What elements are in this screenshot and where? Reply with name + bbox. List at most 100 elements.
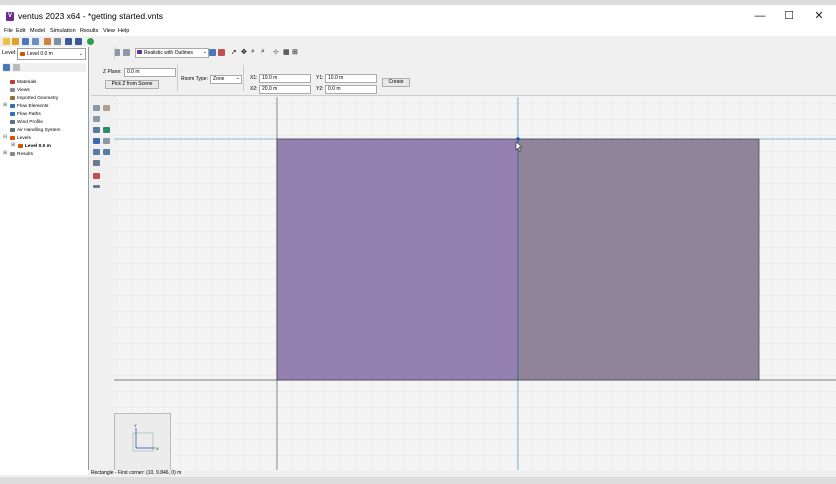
- view-toolbar: Realistic with Outlines ⌄ ➚ ✥ ⌕ ⌕ ⊹ ▦ ⊞: [91, 47, 836, 58]
- tree-item-label: Imported Geometry: [17, 96, 59, 101]
- y1-input[interactable]: 10.0 m: [325, 74, 377, 83]
- create-button[interactable]: Create: [382, 78, 410, 87]
- close-button[interactable]: ✕: [804, 8, 834, 24]
- geometry-icon: [10, 95, 15, 100]
- tree-item-views[interactable]: Views: [10, 87, 30, 94]
- menu-file[interactable]: File: [4, 27, 13, 36]
- tree-item-flow-paths[interactable]: Flow Paths: [10, 111, 41, 118]
- tree-item-materials[interactable]: Materials: [10, 79, 36, 86]
- level-icon: [18, 143, 23, 148]
- y1-label: Y1:: [316, 75, 324, 81]
- select-mode-icon[interactable]: [209, 49, 216, 56]
- play-icon[interactable]: [87, 38, 94, 45]
- x2-input[interactable]: 20.0 m: [259, 85, 311, 94]
- render-mode-icon: [137, 50, 142, 55]
- simulation-step-icon[interactable]: [75, 38, 82, 45]
- measure-tool-icon[interactable]: [93, 185, 100, 188]
- redo-icon[interactable]: [54, 38, 61, 45]
- menu-help[interactable]: Help: [118, 27, 129, 36]
- menu-results[interactable]: Results: [80, 27, 98, 36]
- grid-icon[interactable]: ▦: [283, 48, 290, 56]
- room-left[interactable]: [276, 138, 519, 381]
- fit-view-icon[interactable]: ⊞: [292, 48, 298, 56]
- tree-item-label: Flow Paths: [17, 112, 41, 117]
- first-corner-marker: [516, 137, 520, 141]
- tree-toolbar: [2, 63, 86, 72]
- snap-icon[interactable]: ⊹: [273, 48, 279, 56]
- status-text: Rectangle - First corner: (10, 9.846, 0)…: [91, 470, 182, 476]
- tree-item-results[interactable]: Results: [10, 151, 33, 158]
- minimize-button[interactable]: —: [745, 8, 775, 24]
- room-type-value: Zone: [213, 76, 225, 82]
- delete-tool-icon[interactable]: [93, 173, 100, 179]
- flow-elements-icon: [10, 103, 15, 108]
- flow-path-tool-icon[interactable]: [93, 149, 100, 155]
- tree-options-icon[interactable]: [13, 64, 20, 71]
- zoom-window-icon[interactable]: ⌕: [261, 48, 265, 56]
- draw-mode-icon[interactable]: [218, 49, 225, 56]
- undo-icon[interactable]: [44, 38, 51, 45]
- pan-icon[interactable]: ✥: [241, 48, 247, 56]
- room-type-select[interactable]: Zone ⌄: [210, 75, 242, 84]
- level-label: Level:: [2, 50, 17, 56]
- views-icon: [10, 87, 15, 92]
- chevron-down-icon: ⌄: [78, 51, 83, 57]
- tree-item-label: Wind Profile: [17, 120, 43, 125]
- title-bar: V ventus 2023 x64 - *getting started.vnt…: [0, 5, 836, 27]
- maximize-button[interactable]: ☐: [774, 8, 804, 24]
- expand-icon[interactable]: ⊞: [11, 142, 15, 148]
- duct-tool-icon[interactable]: [93, 160, 100, 166]
- z-plane-label: Z Plane:: [103, 69, 122, 75]
- model-viewport[interactable]: Y X: [114, 97, 836, 471]
- tree-item-label: Views: [17, 88, 30, 93]
- open-folder-icon[interactable]: [12, 38, 19, 45]
- z-plane-input[interactable]: 0.0 m: [124, 68, 176, 77]
- move-tool-icon[interactable]: [93, 105, 100, 111]
- run-simulation-icon[interactable]: [65, 38, 72, 45]
- tree-item-air-handling-system[interactable]: Air Handling System: [10, 127, 60, 134]
- opening-tool-icon[interactable]: [103, 138, 110, 144]
- rotate-tool-icon[interactable]: [103, 105, 110, 111]
- tree-item-label: Air Handling System: [17, 128, 61, 133]
- app-logo-icon: V: [6, 12, 14, 21]
- room-right-preview[interactable]: [517, 138, 760, 381]
- pick-z-from-scene-button[interactable]: Pick Z from Scene: [105, 80, 159, 89]
- expand-icon[interactable]: ⊞: [3, 150, 7, 156]
- menu-model[interactable]: Model: [30, 27, 45, 36]
- save-as-icon[interactable]: [32, 38, 39, 45]
- wall-tool-icon[interactable]: [93, 116, 100, 122]
- tree-item-flow-elements[interactable]: Flow Elements: [10, 103, 48, 110]
- tree-item-label: Materials: [17, 80, 37, 85]
- room-tool-icon[interactable]: [93, 127, 100, 133]
- menu-simulation[interactable]: Simulation: [50, 27, 76, 36]
- door-tool-icon[interactable]: [103, 127, 110, 133]
- menu-view[interactable]: View: [103, 27, 115, 36]
- new-file-icon[interactable]: [3, 38, 10, 45]
- pointer-icon[interactable]: ➚: [231, 48, 237, 56]
- level-select-value: Level 0.0 m: [27, 51, 53, 57]
- view-side-icon[interactable]: [123, 49, 130, 56]
- level-icon: [20, 51, 25, 56]
- tree-item-level-0[interactable]: Level 0.0 m: [18, 143, 51, 150]
- fan-tool-icon[interactable]: [103, 149, 110, 155]
- collapse-tree-icon[interactable]: [3, 64, 10, 71]
- orientation-widget[interactable]: Y X: [114, 413, 171, 471]
- viewport-canvas[interactable]: [114, 97, 836, 471]
- flow-paths-icon: [10, 111, 15, 116]
- tree-item-imported-geometry[interactable]: Imported Geometry: [10, 95, 58, 102]
- menu-bar: File Edit Model Simulation Results View …: [0, 27, 836, 36]
- tree-item-wind-profile[interactable]: Wind Profile: [10, 119, 43, 126]
- level-select[interactable]: Level 0.0 m ⌄: [17, 48, 86, 60]
- x1-input[interactable]: 10.0 m: [259, 74, 311, 83]
- y2-input[interactable]: 0.0 m: [325, 85, 377, 94]
- zoom-icon[interactable]: ⌕: [251, 48, 255, 56]
- window-title: ventus 2023 x64 - *getting started.vnts: [18, 11, 164, 21]
- window-tool-icon[interactable]: [93, 138, 100, 144]
- collapse-icon[interactable]: ⊟: [3, 134, 7, 140]
- tree-item-levels[interactable]: Levels: [10, 135, 31, 142]
- render-mode-select[interactable]: Realistic with Outlines ⌄: [135, 48, 209, 58]
- menu-edit[interactable]: Edit: [16, 27, 25, 36]
- expand-icon[interactable]: ⊞: [3, 102, 7, 108]
- save-icon[interactable]: [22, 38, 29, 45]
- room-type-label: Room Type:: [181, 76, 208, 82]
